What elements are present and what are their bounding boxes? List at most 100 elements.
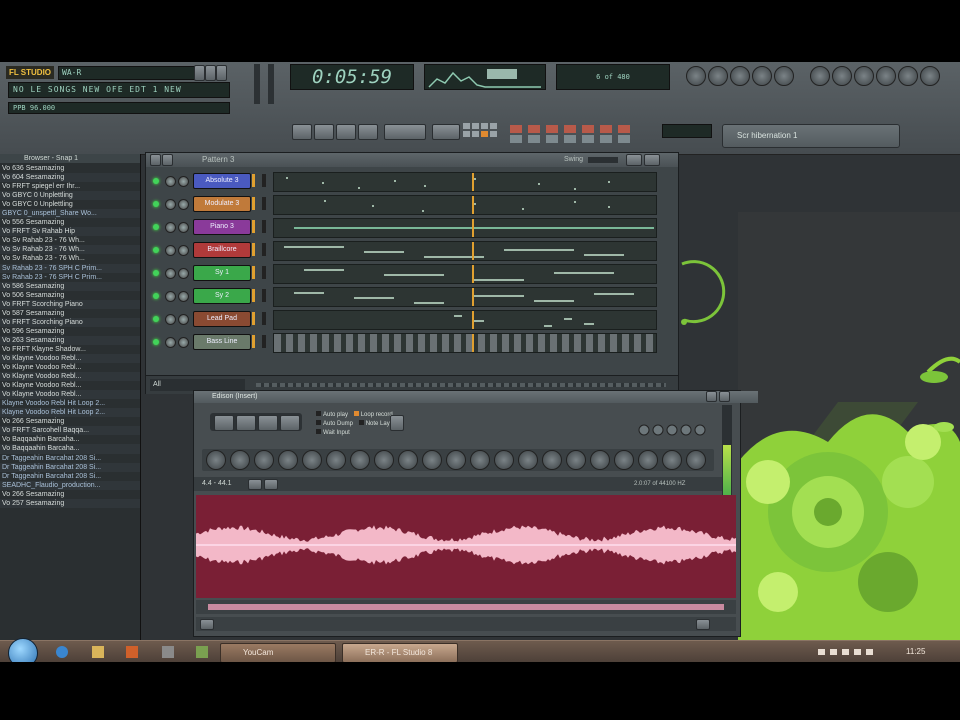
app-icon-1[interactable]	[162, 646, 174, 658]
edison-tool-button[interactable]	[302, 450, 322, 470]
channel-select-indicator[interactable]	[252, 174, 255, 187]
edison-scrollbar[interactable]	[196, 600, 736, 614]
edison-tool-button[interactable]	[206, 450, 226, 470]
channel-volume-knob[interactable]	[165, 245, 176, 256]
browser-item[interactable]: Vo Sv Rahab 23 - 76 Wh...	[0, 236, 140, 245]
channel-led[interactable]	[153, 224, 159, 230]
channel-volume-knob[interactable]	[165, 291, 176, 302]
edison-play-button[interactable]	[258, 415, 278, 431]
browser-item[interactable]: Vo 586 Sesamazing	[0, 281, 140, 291]
channel-pan-knob[interactable]	[178, 314, 189, 325]
maximize-button[interactable]	[205, 65, 216, 81]
start-button[interactable]	[8, 638, 38, 662]
edison-tool-button[interactable]	[326, 450, 346, 470]
channel-name-button[interactable]: Bass Line	[193, 334, 251, 350]
edison-knobs[interactable]	[638, 423, 718, 437]
browser-item[interactable]: Vo Sv Rahab 23 - 76 Wh...	[0, 254, 140, 263]
edison-tool-button[interactable]	[638, 450, 658, 470]
mini-piano-roll[interactable]	[273, 172, 657, 192]
browser-item[interactable]: Sv Rahab 23 - 76 SPH C Prim...	[0, 263, 140, 273]
channel-select-indicator[interactable]	[252, 220, 255, 233]
toolbar-button-5[interactable]	[774, 66, 794, 86]
channel-led[interactable]	[153, 316, 159, 322]
checkbox[interactable]	[316, 429, 321, 434]
channel-led[interactable]	[153, 270, 159, 276]
channel-led[interactable]	[153, 339, 159, 345]
browser-item[interactable]: Vo 263 Sesamazing	[0, 335, 140, 345]
checkbox[interactable]	[353, 411, 359, 416]
task-youcam[interactable]: YouCam	[220, 643, 336, 662]
edison-bottom-button-1[interactable]	[200, 619, 214, 630]
pattern-song-toggle[interactable]	[292, 124, 312, 140]
browser-item[interactable]: Vo Klayne Voodoo Rebl...	[0, 353, 140, 364]
edison-loop-button[interactable]	[280, 415, 300, 431]
close-button[interactable]	[216, 65, 227, 81]
toolbar-button-4[interactable]	[752, 66, 772, 86]
ie-icon[interactable]	[56, 646, 68, 658]
edison-transport[interactable]	[210, 413, 302, 431]
record-button[interactable]	[358, 124, 378, 140]
edison-record-button[interactable]	[214, 415, 234, 431]
browser-item[interactable]: Vo 587 Sesamazing	[0, 309, 140, 318]
app-icon-2[interactable]	[196, 646, 208, 658]
channel-volume-knob[interactable]	[165, 314, 176, 325]
task-fl-studio[interactable]: ER-R - FL Studio 8	[342, 643, 458, 662]
edison-tool-button[interactable]	[566, 450, 586, 470]
edison-zoom-button[interactable]	[264, 479, 278, 490]
edison-close-button[interactable]	[719, 391, 730, 402]
mini-piano-roll[interactable]	[273, 264, 657, 284]
browser-item[interactable]: SEADHC_Flaudio_production...	[0, 480, 140, 490]
channel-name-button[interactable]: Absolute 3	[193, 173, 251, 189]
channel-led[interactable]	[153, 247, 159, 253]
step-sequencer-icon[interactable]	[832, 66, 852, 86]
toolbar-button-3[interactable]	[730, 66, 750, 86]
edison-tool-button[interactable]	[614, 450, 634, 470]
checkbox[interactable]	[316, 411, 321, 416]
channel-pan-knob[interactable]	[178, 268, 189, 279]
edison-tool-button[interactable]	[542, 450, 562, 470]
channel-name-button[interactable]: Braillcore	[193, 242, 251, 258]
browser-item[interactable]: Dr Taggeahin Barcahat 208 Si...	[0, 454, 140, 463]
channel-name-button[interactable]: Lead Pad	[193, 311, 251, 327]
edison-tool-button[interactable]	[518, 450, 538, 470]
browser-item[interactable]: Vo Sv Rahab 23 - 76 Wh...	[0, 245, 140, 255]
channel-name-button[interactable]: Sy 1	[193, 265, 251, 281]
browser-item[interactable]: Vo 596 Sesamazing	[0, 327, 140, 336]
edison-tool-button[interactable]	[398, 450, 418, 470]
seq-tool-button-1[interactable]	[626, 154, 642, 166]
seq-scrollbar[interactable]	[256, 383, 666, 387]
channel-select-indicator[interactable]	[252, 266, 255, 279]
browser-item[interactable]: Vo 266 Sesamazing	[0, 417, 140, 426]
tempo-display[interactable]	[384, 124, 426, 140]
channel-select-indicator[interactable]	[252, 243, 255, 256]
browser-item[interactable]: Vo FRFT Sarcohell Baqqa...	[0, 426, 140, 436]
checkbox[interactable]	[316, 420, 321, 425]
edison-tool-button[interactable]	[446, 450, 466, 470]
swing-slider[interactable]	[588, 157, 618, 163]
channel-led[interactable]	[153, 201, 159, 207]
pattern-shortcut-buttons[interactable]	[508, 122, 658, 146]
browser-item[interactable]: Vo 266 Sesamazing	[0, 490, 140, 499]
channel-select-indicator[interactable]	[252, 335, 255, 348]
time-display[interactable]: 0:05:59	[290, 64, 414, 90]
browser-item[interactable]: Vo 604 Sesamazing	[0, 173, 140, 183]
piano-roll-icon[interactable]	[854, 66, 874, 86]
channel-pan-knob[interactable]	[178, 176, 189, 187]
system-tray[interactable]	[818, 647, 878, 657]
play-button[interactable]	[314, 124, 334, 140]
mini-piano-roll[interactable]	[273, 218, 657, 238]
snap-button[interactable]	[432, 124, 460, 140]
browser-item[interactable]: Vo FRFT Sv Rahab Hip	[0, 227, 140, 237]
minimize-button[interactable]	[194, 65, 205, 81]
browser-item[interactable]: Vo GBYC 0 Unplettling	[0, 200, 140, 209]
browser-item[interactable]: Vo FRFT spiegel err Ihr...	[0, 182, 140, 191]
seq-arrow-button[interactable]	[162, 154, 173, 166]
channel-select-indicator[interactable]	[252, 312, 255, 325]
explorer-icon[interactable]	[92, 646, 104, 658]
mixer-icon[interactable]	[898, 66, 918, 86]
edison-snap-button[interactable]	[248, 479, 262, 490]
edison-tool-button[interactable]	[686, 450, 706, 470]
browser-item[interactable]: Vo Klayne Voodoo Rebl...	[0, 363, 140, 372]
browser-item[interactable]: GBYC 0_unspettl_Share Wo...	[0, 209, 140, 219]
edison-tool-button[interactable]	[590, 450, 610, 470]
